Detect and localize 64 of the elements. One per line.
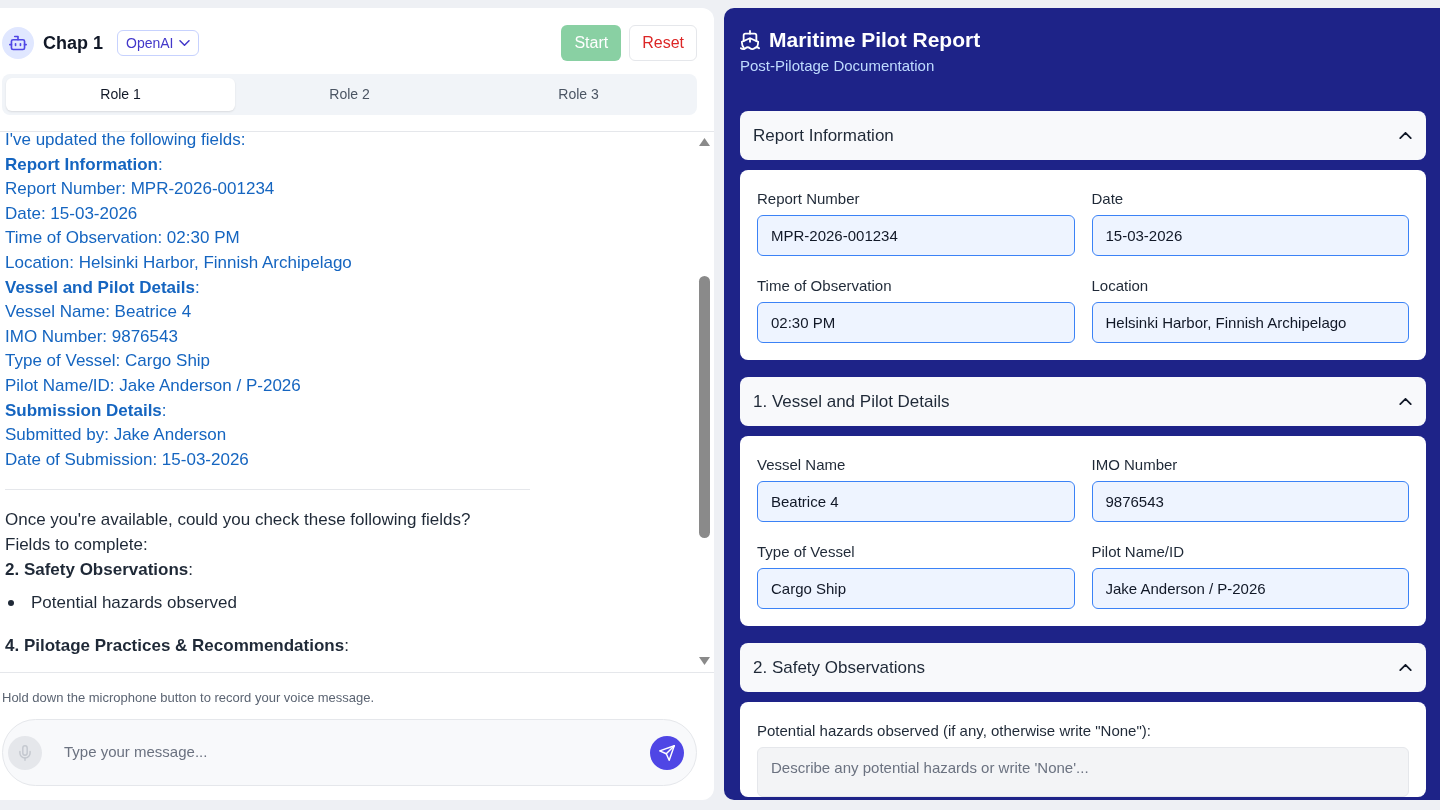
caret-icon [178,40,190,46]
role-tab[interactable]: Role 3 [464,78,693,111]
message-line: I've updated the following fields: [5,132,247,151]
message-line: Submitted by: Jake Anderson [5,424,228,447]
field-label: Location [1091,276,1150,296]
text-field[interactable]: MPR-2026-001234 [757,215,1075,256]
section-header[interactable]: 2. Safety Observations [740,643,1426,692]
field-label: Report Number [757,189,861,209]
message-line: Fields to complete: [5,533,149,556]
field-label: Pilot Name/ID [1091,542,1186,562]
list-item-text: Potential hazards observed [31,592,238,615]
chat-title: Chap 1 [43,31,103,55]
field-label: IMO Number [1091,455,1179,475]
message-line: Location: Helsinki Harbor, Finnish Archipelago [5,251,353,274]
field-label: Vessel Name [757,455,847,475]
robot-avatar-icon [2,27,34,59]
chevron-up-icon [1399,132,1412,139]
field-label: Potential hazards observed (if any, otherwise write "None"): [757,721,1152,741]
report-subtitle: Post-Pilotage Documentation [740,56,936,76]
scroll-up-arrow-icon[interactable] [699,138,710,146]
send-button[interactable] [650,735,684,770]
message-input[interactable]: Type your message... [62,740,650,765]
message-line: Report Number: MPR-2026-001234 [5,178,276,201]
message-line: Type of Vessel: Cargo Ship [5,350,212,373]
chevron-up-icon [1399,398,1412,405]
field-label: Type of Vessel [757,542,856,562]
text-field[interactable]: Cargo Ship [757,568,1075,609]
message-composer[interactable]: Type your message... [2,719,697,786]
message-line: Time of Observation: 02:30 PM [5,227,241,250]
field-label: Time of Observation [757,276,893,296]
message-line: Report Information: [5,153,164,176]
message-line: 4. Pilotage Practices & Recommendations: [5,634,350,657]
scrollbar-thumb[interactable] [699,276,710,538]
textarea-field[interactable]: Describe any potential hazards or write 'None'... [757,747,1409,797]
message-line: Date: 15-03-2026 [5,202,139,225]
role-tab[interactable]: Role 1 [6,78,235,111]
message-line: Pilot Name/ID: Jake Anderson / P-2026 [5,374,302,397]
microphone-icon [17,744,33,761]
bullet-icon [8,600,14,607]
message-line: Once you're available, could you check these following fields? [5,509,472,532]
text-field[interactable]: 9876543 [1091,481,1409,522]
scroll-down-arrow-icon[interactable] [699,657,710,665]
section-header[interactable]: 1. Vessel and Pilot Details [740,377,1426,426]
chevron-up-icon [1399,664,1412,671]
message-line: 2. Safety Observations: [5,558,195,581]
reset-button[interactable]: Reset [629,25,697,61]
text-field[interactable]: 02:30 PM [757,302,1075,343]
role-tab[interactable]: Role 2 [235,78,464,111]
message-line: Submission Details: [5,399,168,422]
text-field[interactable]: Beatrice 4 [757,481,1075,522]
message-line: Vessel Name: Beatrice 4 [5,301,193,324]
text-field[interactable]: Helsinki Harbor, Finnish Archipelago [1091,302,1409,343]
text-field[interactable]: 15-03-2026 [1091,215,1409,256]
message-line: Vessel and Pilot Details: [5,276,201,299]
voice-hint-text: Hold down the microphone button to record your voice message. [1,690,376,706]
report-title: Maritime Pilot Report [769,27,981,53]
text-field[interactable]: Jake Anderson / P-2026 [1091,568,1409,609]
ship-icon [740,30,760,50]
section-header[interactable]: Report Information [740,111,1426,160]
model-dropdown[interactable]: OpenAI [117,30,199,56]
send-icon [659,744,675,761]
field-label: Date [1091,189,1125,209]
message-line: IMO Number: 9876543 [5,325,179,348]
message-line: Date of Submission: 15-03-2026 [5,448,250,471]
